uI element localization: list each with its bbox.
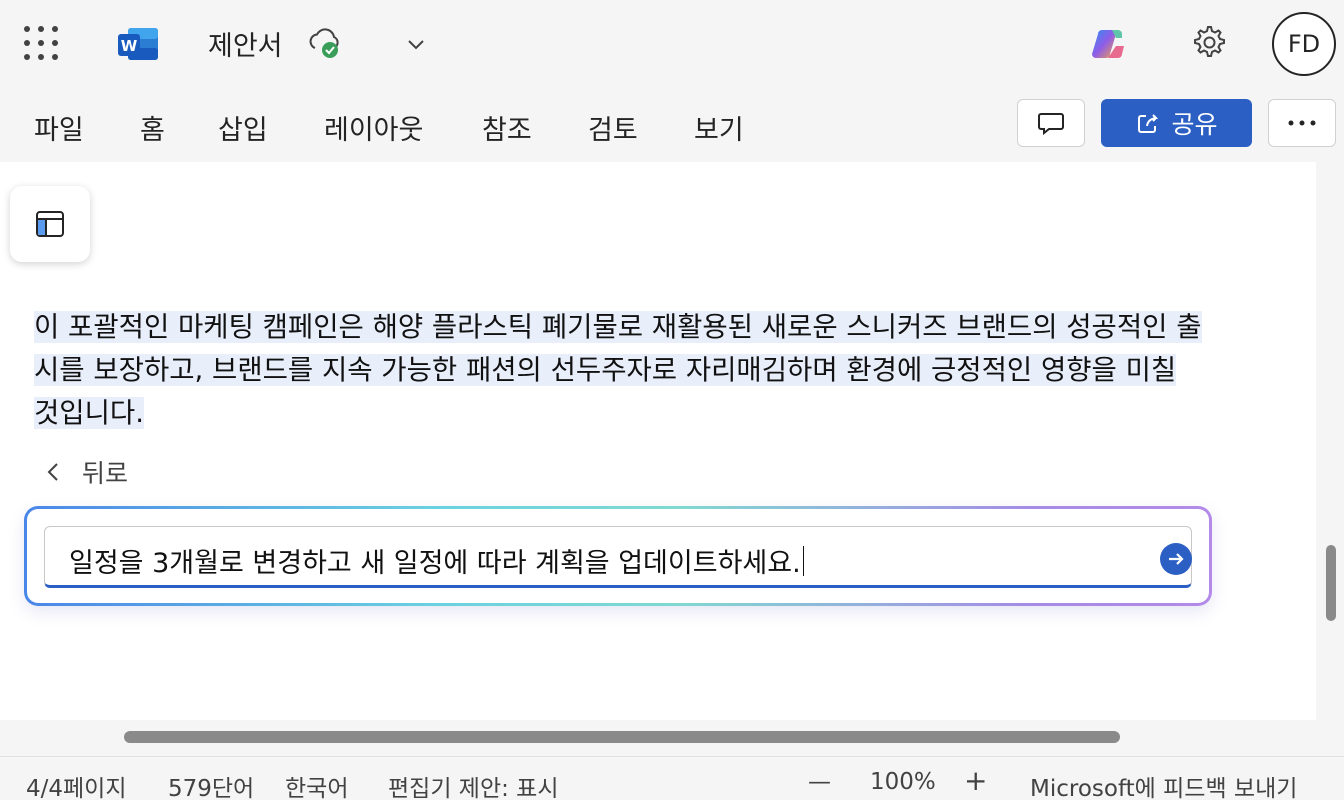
send-arrow-icon[interactable] bbox=[1160, 543, 1192, 575]
share-icon bbox=[1138, 114, 1159, 133]
editor-suggestions[interactable]: 편집기 제안: 표시 bbox=[388, 769, 559, 800]
chevron-down-icon[interactable] bbox=[404, 32, 428, 56]
tab-insert[interactable]: 삽입 bbox=[218, 108, 268, 147]
status-bar: 4/4페이지 579단어 한국어 편집기 제안: 표시 — 100% + Mic… bbox=[0, 756, 1344, 800]
more-horizontal-icon bbox=[1288, 120, 1316, 126]
vertical-scrollbar-thumb[interactable] bbox=[1326, 545, 1336, 621]
word-count[interactable]: 579단어 bbox=[168, 769, 254, 800]
copilot-prompt-text: 일정을 3개월로 변경하고 새 일정에 따라 계획을 업데이트하세요. bbox=[69, 541, 804, 580]
zoom-in-button[interactable]: + bbox=[964, 764, 987, 797]
comment-icon bbox=[1038, 113, 1064, 136]
share-button[interactable]: 공유 bbox=[1101, 99, 1252, 147]
settings-gear-icon[interactable] bbox=[1188, 22, 1228, 62]
svg-text:W: W bbox=[121, 37, 138, 55]
selected-paragraph-text: 이 포괄적인 마케팅 캠페인은 해양 플라스틱 폐기물로 재활용된 새로운 스니… bbox=[34, 311, 1202, 429]
back-label: 뒤로 bbox=[82, 459, 129, 488]
copilot-prompt-inner: 일정을 3개월로 변경하고 새 일정에 따라 계획을 업데이트하세요. bbox=[27, 509, 1209, 603]
share-label: 공유 bbox=[1171, 110, 1218, 139]
document-title[interactable]: 제안서 bbox=[208, 24, 283, 63]
tab-review[interactable]: 검토 bbox=[588, 108, 638, 147]
horizontal-scrollbar-thumb[interactable] bbox=[124, 731, 1120, 743]
zoom-out-button[interactable]: — bbox=[808, 769, 831, 795]
app-launcher-icon[interactable] bbox=[24, 26, 58, 60]
zoom-level[interactable]: 100% bbox=[870, 769, 936, 795]
more-options-button[interactable] bbox=[1268, 99, 1336, 147]
copilot-icon[interactable] bbox=[1090, 24, 1130, 64]
tab-references[interactable]: 참조 bbox=[482, 108, 532, 147]
user-avatar[interactable]: FD bbox=[1272, 12, 1336, 76]
language-indicator[interactable]: 한국어 bbox=[285, 769, 348, 800]
text-caret bbox=[802, 546, 804, 576]
back-link[interactable]: 뒤로 bbox=[46, 454, 128, 490]
chevron-left-icon bbox=[47, 463, 58, 481]
page-count[interactable]: 4/4페이지 bbox=[26, 769, 127, 800]
copilot-prompt-card: 일정을 3개월로 변경하고 새 일정에 따라 계획을 업데이트하세요. bbox=[24, 506, 1212, 606]
selected-paragraph[interactable]: 이 포괄적인 마케팅 캠페인은 해양 플라스틱 폐기물로 재활용된 새로운 스니… bbox=[34, 306, 1204, 435]
cloud-check-icon bbox=[309, 28, 339, 58]
copilot-prompt-value: 일정을 3개월로 변경하고 새 일정에 따라 계획을 업데이트하세요. bbox=[69, 548, 801, 579]
tab-layout[interactable]: 레이아웃 bbox=[324, 108, 423, 147]
copilot-prompt-input[interactable]: 일정을 3개월로 변경하고 새 일정에 따라 계획을 업데이트하세요. bbox=[44, 526, 1192, 588]
ribbon-tabs: 파일 홈 삽입 레이아웃 참조 검토 보기 공유 bbox=[0, 88, 1344, 162]
feedback-link[interactable]: Microsoft에 피드백 보내기 bbox=[1030, 769, 1297, 800]
navigation-pane-button[interactable] bbox=[10, 186, 90, 262]
document-canvas[interactable]: 이 포괄적인 마케팅 캠페인은 해양 플라스틱 폐기물로 재활용된 새로운 스니… bbox=[0, 162, 1316, 720]
tab-home[interactable]: 홈 bbox=[140, 108, 165, 147]
tab-view[interactable]: 보기 bbox=[694, 108, 744, 147]
title-bar: W 제안서 FD bbox=[0, 0, 1344, 88]
sidebar-panel-icon bbox=[36, 211, 64, 237]
comments-button[interactable] bbox=[1017, 99, 1085, 147]
tab-file[interactable]: 파일 bbox=[34, 108, 84, 147]
word-logo[interactable]: W bbox=[116, 24, 160, 64]
